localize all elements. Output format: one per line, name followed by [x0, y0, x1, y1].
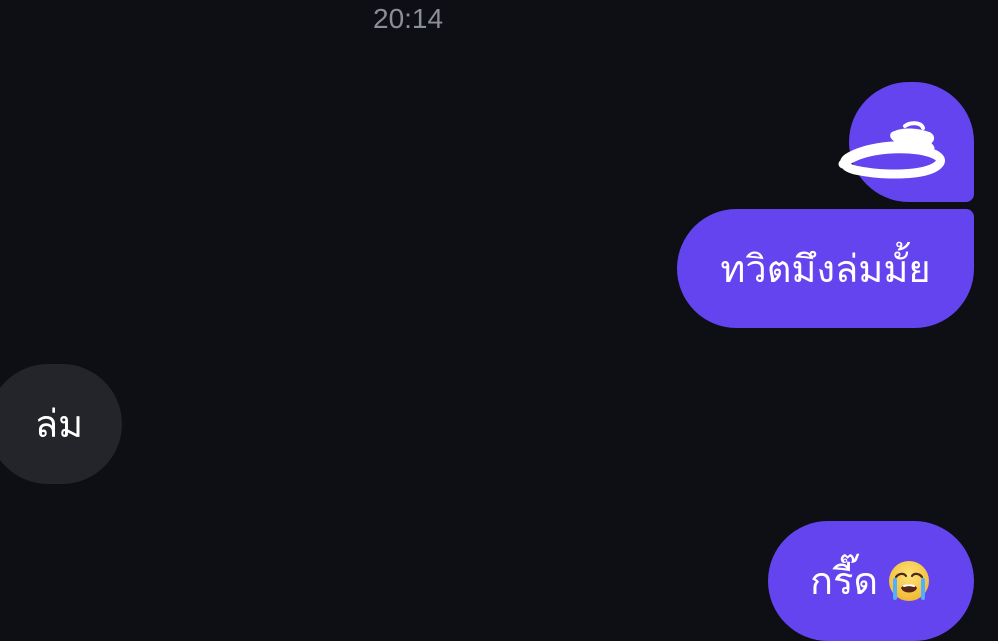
- sent-message-bubble-with-emoji[interactable]: กรี๊ด: [768, 521, 974, 641]
- scribble-sticker-icon: [838, 121, 945, 179]
- sent-message-bubble[interactable]: ทวิตมึงล่มมั้ย: [677, 209, 974, 328]
- message-text: ล่ม: [34, 402, 84, 446]
- message-text: กรี๊ด: [809, 559, 879, 603]
- message-timestamp: 20:14: [373, 3, 444, 34]
- crying-face-icon: [889, 561, 930, 601]
- message-text: ทวิตมึงล่มมั้ย: [720, 246, 931, 291]
- received-message-bubble[interactable]: ล่ม: [0, 364, 122, 484]
- sent-sticker-bubble[interactable]: [838, 82, 974, 202]
